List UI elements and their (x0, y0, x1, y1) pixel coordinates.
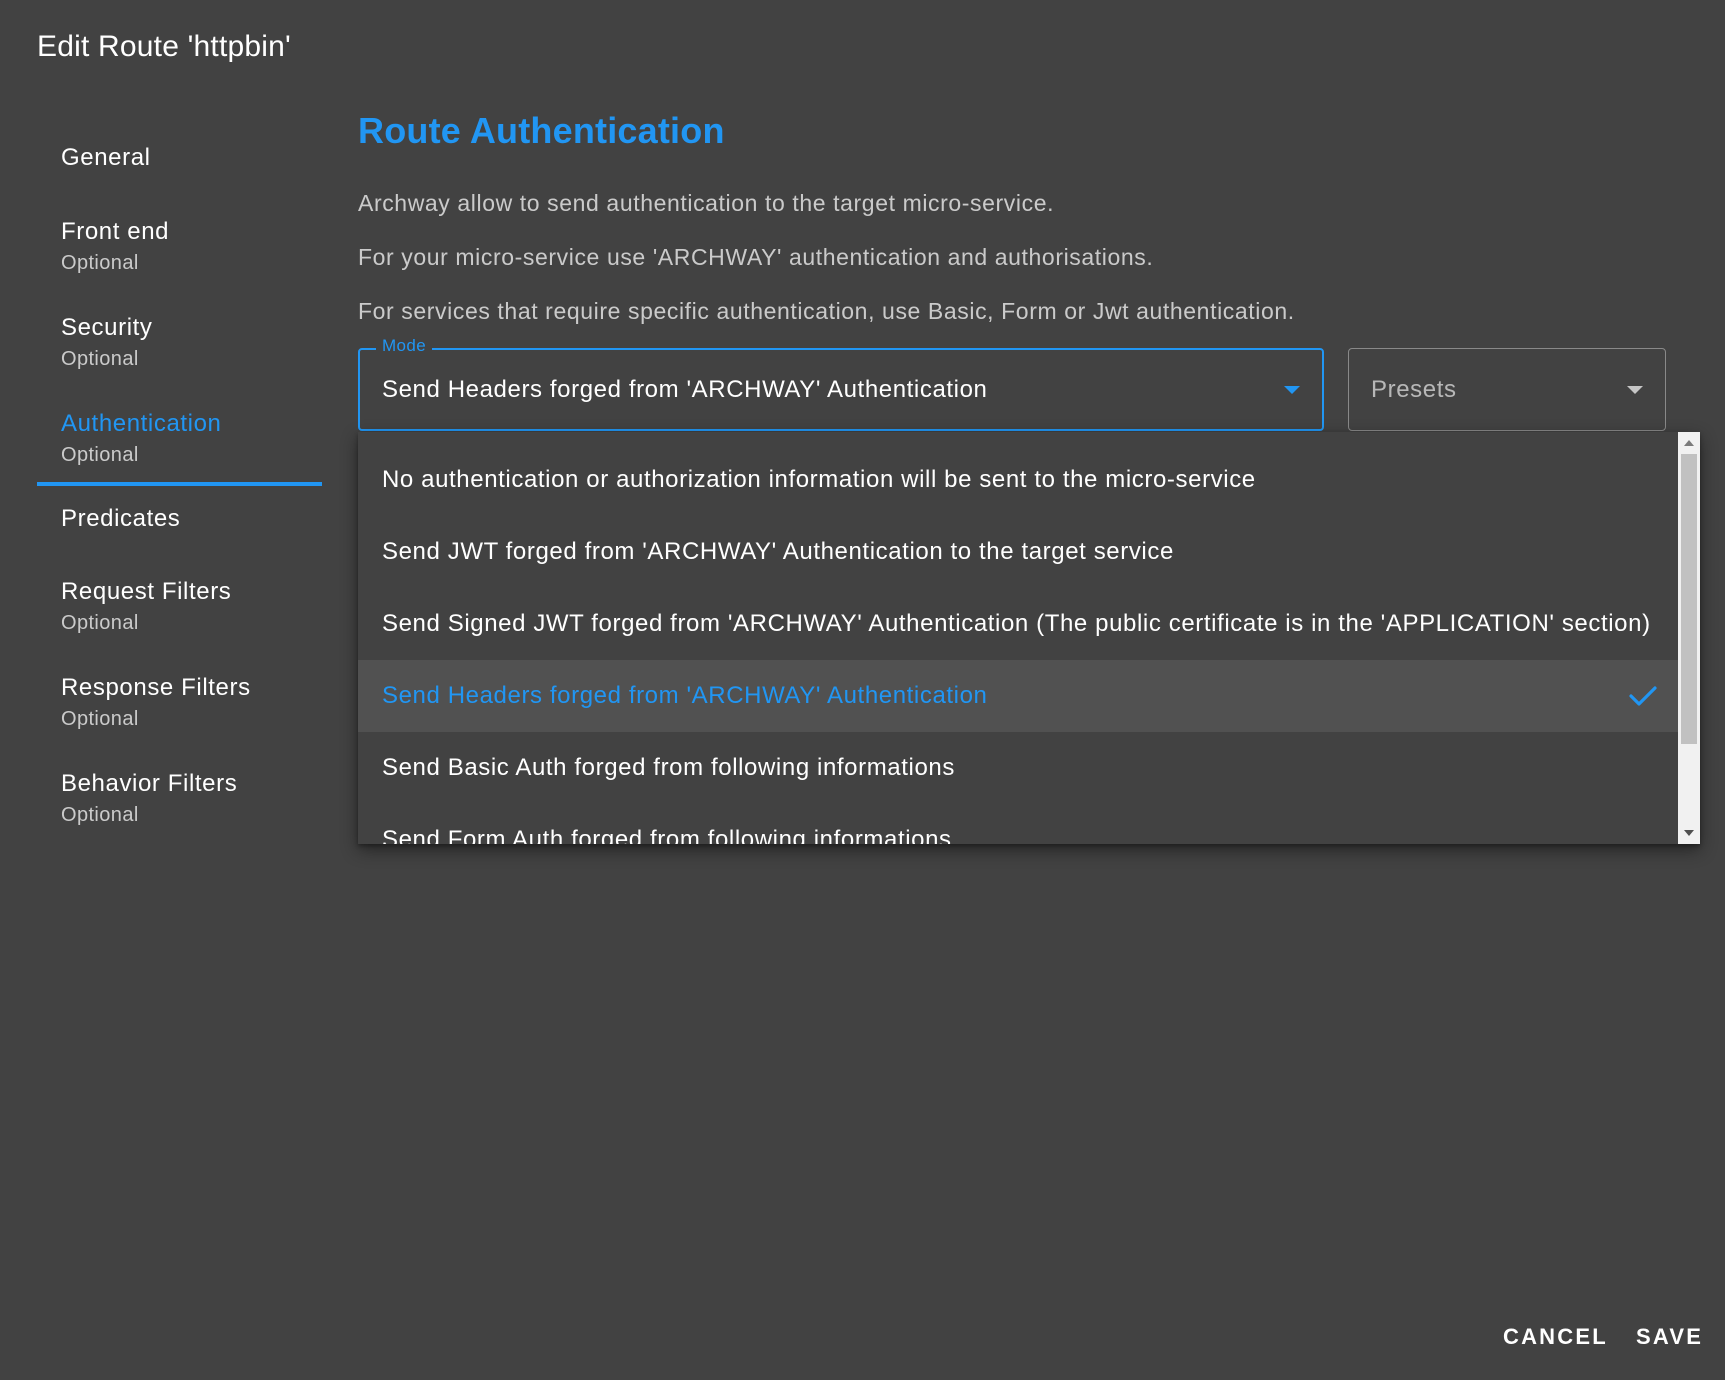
sidebar-item-label: Predicates (61, 505, 181, 532)
scroll-up-icon[interactable] (1684, 440, 1694, 446)
option-send-signed-jwt[interactable]: Send Signed JWT forged from 'ARCHWAY' Au… (358, 588, 1678, 660)
option-label: Send Basic Auth forged from following in… (382, 754, 955, 781)
option-label: No authentication or authorization infor… (382, 466, 1256, 493)
sidebar-item-label: Request Filters (61, 578, 232, 605)
presets-select[interactable]: Presets (1348, 348, 1666, 431)
save-button[interactable]: SAVE (1636, 1324, 1703, 1350)
sidebar-item-label: Response Filters (61, 674, 251, 701)
sidebar-item-front-end[interactable]: Front end Optional (37, 218, 169, 275)
main-content: Route Authentication Archway allow to se… (358, 110, 1698, 324)
sidebar-item-label: Behavior Filters (61, 770, 238, 797)
sidebar-item-optional: Optional (61, 804, 139, 826)
mode-label: Mode (376, 336, 433, 356)
check-icon (1628, 660, 1658, 732)
sidebar-item-optional: Optional (61, 252, 139, 274)
sidebar-item-general[interactable]: General (37, 144, 151, 172)
sidebar-item-optional: Optional (61, 348, 139, 370)
dropdown-scrollbar[interactable] (1678, 432, 1700, 844)
sidebar-item-predicates[interactable]: Predicates (37, 505, 180, 533)
option-label: Send Headers forged from 'ARCHWAY' Authe… (382, 682, 988, 709)
sidebar-item-optional: Optional (61, 612, 139, 634)
sidebar-item-label: Security (61, 314, 153, 341)
mode-dropdown-list[interactable]: No authentication or authorization infor… (358, 432, 1700, 844)
option-label: Send JWT forged from 'ARCHWAY' Authentic… (382, 538, 1174, 565)
scrollbar-thumb[interactable] (1681, 454, 1697, 744)
mode-selected-value: Send Headers forged from 'ARCHWAY' Authe… (382, 376, 988, 403)
scroll-down-icon[interactable] (1684, 830, 1694, 836)
option-send-headers[interactable]: Send Headers forged from 'ARCHWAY' Authe… (358, 660, 1678, 732)
description-line-2: For your micro-service use 'ARCHWAY' aut… (358, 244, 1154, 270)
edit-route-dialog: Edit Route 'httpbin' General Front end O… (0, 0, 1725, 1380)
option-send-form-auth[interactable]: Send Form Auth forged from following inf… (358, 804, 1678, 844)
sidebar-item-label: General (61, 144, 151, 171)
option-send-jwt[interactable]: Send JWT forged from 'ARCHWAY' Authentic… (358, 516, 1678, 588)
sidebar-item-optional: Optional (61, 708, 139, 730)
caret-down-icon (1284, 386, 1300, 394)
sidebar-item-request-filters[interactable]: Request Filters Optional (37, 578, 231, 635)
description-line-3: For services that require specific authe… (358, 298, 1295, 324)
cancel-button[interactable]: CANCEL (1503, 1324, 1608, 1350)
option-send-basic-auth[interactable]: Send Basic Auth forged from following in… (358, 732, 1678, 804)
dialog-title: Edit Route 'httpbin' (37, 30, 291, 63)
option-no-authentication[interactable]: No authentication or authorization infor… (358, 444, 1678, 516)
mode-select[interactable]: Mode Send Headers forged from 'ARCHWAY' … (358, 336, 1324, 431)
option-label: Send Signed JWT forged from 'ARCHWAY' Au… (382, 610, 1651, 637)
sidebar-item-label: Authentication (61, 410, 222, 437)
section-title: Route Authentication (358, 110, 725, 151)
sidebar-item-behavior-filters[interactable]: Behavior Filters Optional (37, 770, 237, 827)
sidebar-item-optional: Optional (61, 444, 139, 466)
sidebar-item-authentication[interactable]: Authentication Optional (37, 410, 222, 467)
sidebar-item-label: Front end (61, 218, 170, 245)
sidebar-item-security[interactable]: Security Optional (37, 314, 153, 371)
option-label: Send Form Auth forged from following inf… (382, 826, 952, 844)
sidebar-item-response-filters[interactable]: Response Filters Optional (37, 674, 251, 731)
active-step-indicator (37, 482, 322, 486)
description-line-1: Archway allow to send authentication to … (358, 190, 1055, 216)
presets-placeholder: Presets (1371, 376, 1457, 403)
caret-down-icon (1627, 386, 1643, 394)
